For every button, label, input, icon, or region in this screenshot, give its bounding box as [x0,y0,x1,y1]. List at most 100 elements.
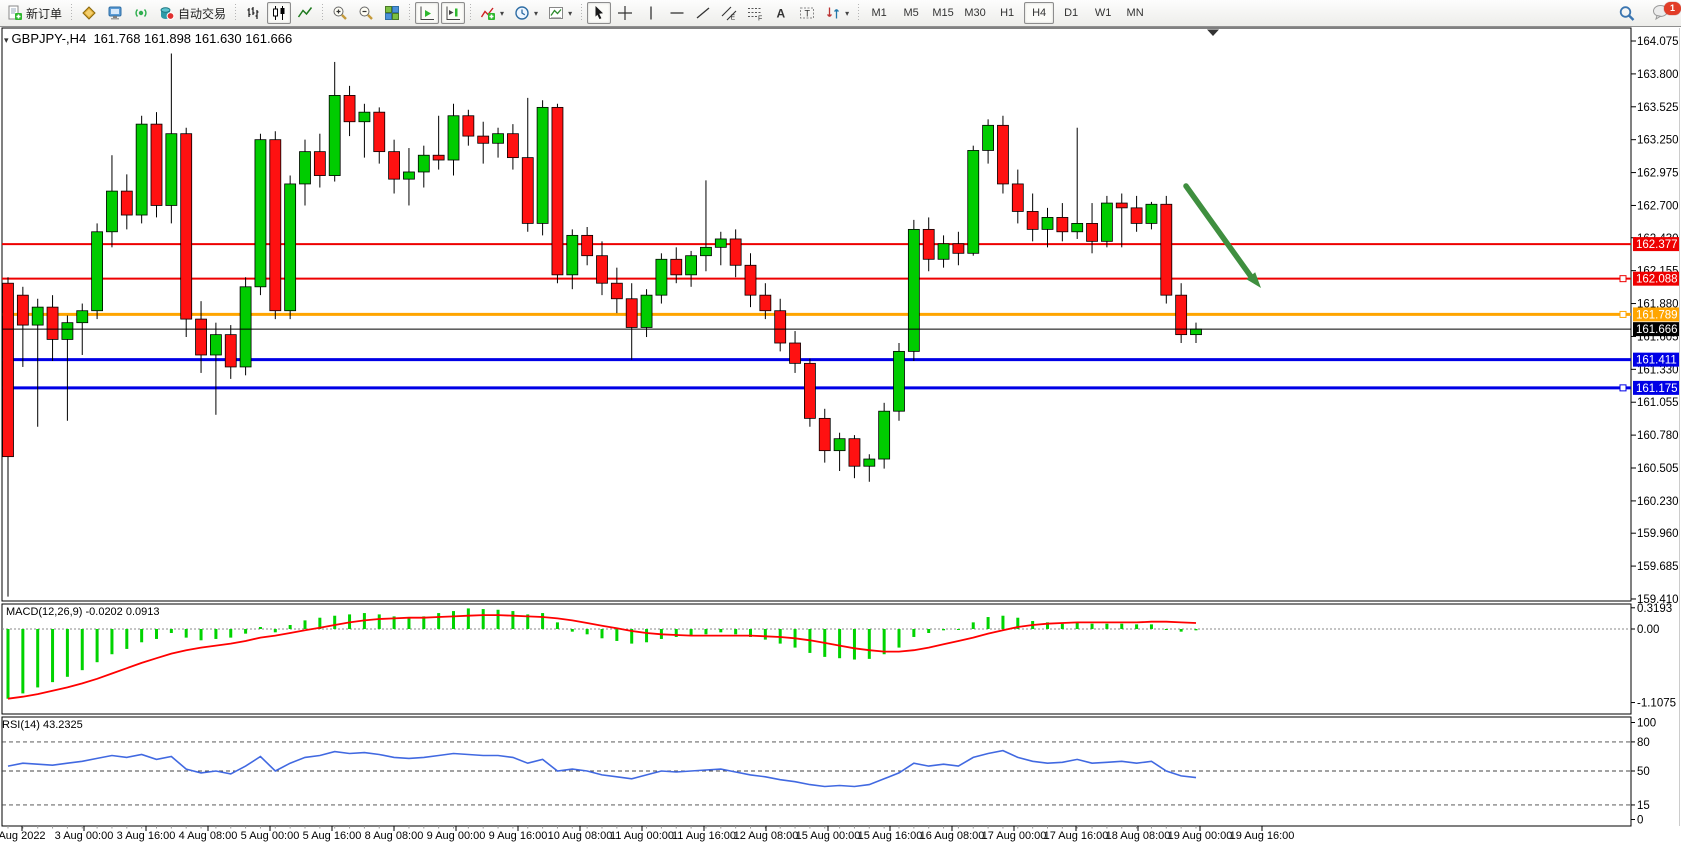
candle [151,124,162,205]
chart-canvas[interactable]: 164.075163.800163.525163.250162.975162.7… [0,0,1681,843]
candle [864,459,875,466]
macd-bar [185,629,188,638]
new-order-button[interactable]: 新订单 [3,2,66,24]
hline-marker[interactable] [1620,385,1626,391]
trendline-button[interactable] [691,2,715,24]
equidistant-channel-button[interactable]: E [717,2,741,24]
candle [403,172,414,179]
macd-bar [170,629,173,633]
market-watch-button[interactable] [103,2,127,24]
macd-bar [734,629,737,634]
periods-button[interactable]: ▾ [510,2,542,24]
line-chart-icon [297,5,313,21]
macd-bar [497,610,500,629]
timeframe-m15-button[interactable]: M15 [928,2,958,24]
search-button[interactable] [1614,3,1640,25]
candle [938,244,949,260]
toolbar-separator [233,4,238,22]
macd-bar [96,629,99,662]
arrows-button[interactable]: ▾ [821,2,853,24]
signals-button[interactable] [129,2,153,24]
timeframe-w1-button[interactable]: W1 [1088,2,1118,24]
fibonacci-button[interactable]: F [743,2,767,24]
timeframe-d1-button[interactable]: D1 [1056,2,1086,24]
symbol-period-label: GBPJPY-,H4 [12,31,87,46]
timeframe-mn-button[interactable]: MN [1120,2,1150,24]
vertical-line-button[interactable] [639,2,663,24]
svg-text:162.377: 162.377 [1636,239,1678,251]
timeframe-h4-button[interactable]: H4 [1024,2,1054,24]
blue-monitor-icon [107,5,123,21]
chevron-down-icon: ▾ [568,9,572,18]
toolbar-right: 1 [1613,0,1675,27]
indicators-button[interactable]: ▾ [476,2,508,24]
price-tick-label: 160.230 [1637,496,1679,508]
macd-panel[interactable] [2,604,1631,714]
text-icon: A [773,5,789,21]
candle [1027,211,1038,229]
line-chart-button[interactable] [293,2,317,24]
zoom-in-button[interactable] [328,2,352,24]
timeframe-m30-button[interactable]: M30 [960,2,990,24]
cursor-button[interactable] [587,2,611,24]
text-button[interactable]: A [769,2,793,24]
toolbar-group: ▾▾▾ [475,0,577,26]
candle [507,134,518,158]
auto-scroll-button[interactable] [415,2,439,24]
macd-bar [541,613,544,629]
candle [314,152,325,176]
timeframe-m5-button[interactable]: M5 [896,2,926,24]
templates-button[interactable]: ▾ [544,2,576,24]
bar-chart-button[interactable] [241,2,265,24]
rsi-axis-label: 15 [1637,800,1650,812]
macd-bar [883,629,886,654]
rsi-axis-label: 80 [1637,737,1650,749]
price-tick-label: 162.700 [1637,200,1679,212]
macd-bar [81,629,84,670]
rsi-panel[interactable] [2,717,1631,826]
hline-marker[interactable] [1620,311,1626,317]
candle [968,150,979,253]
horizontal-line-button[interactable] [665,2,689,24]
candle [359,112,370,122]
candle [700,247,711,255]
chart-shift-button[interactable] [441,2,465,24]
candle [953,244,964,254]
auto-trading-button[interactable]: 自动交易 [155,2,230,24]
chevron-down-icon: ▾ [845,9,849,18]
macd-name: MACD(12,26,9) [6,606,82,618]
price-tick-label: 160.780 [1637,430,1679,442]
candle [626,299,637,328]
toolbar-group [414,0,466,26]
candle [1116,203,1127,208]
new-order-icon [7,5,23,21]
candle [463,116,474,136]
macd-bar [1091,624,1094,629]
hline-marker[interactable] [1620,276,1626,282]
candle [329,95,340,175]
macd-bar [407,617,410,629]
tile-windows-icon [384,5,400,21]
candle [983,125,994,150]
tile-windows-button[interactable] [380,2,404,24]
candle [478,136,489,143]
macd-signal-value: 0.0913 [126,606,160,618]
candlestick-chart-button[interactable] [267,2,291,24]
time-label: 19 Aug 00:00 [1168,830,1233,842]
text-label-button[interactable]: T [795,2,819,24]
candle [597,256,608,284]
crosshair-button[interactable] [613,2,637,24]
timeframe-m1-button[interactable]: M1 [864,2,894,24]
time-label: 5 Aug 00:00 [241,830,300,842]
timeframe-h1-button[interactable]: H1 [992,2,1022,24]
macd-bar [912,629,915,637]
zoom-out-button[interactable] [354,2,378,24]
charts-icon-button[interactable] [77,2,101,24]
time-axis[interactable]: Aug 20223 Aug 00:003 Aug 16:004 Aug 08:0… [0,826,1294,842]
svg-text:161.411: 161.411 [1636,355,1677,367]
time-label: 15 Aug 00:00 [796,830,861,842]
time-label: 4 Aug 08:00 [179,830,238,842]
trendline-icon [695,5,711,21]
macd-bar [214,629,217,639]
time-label: 16 Aug 08:00 [920,830,985,842]
